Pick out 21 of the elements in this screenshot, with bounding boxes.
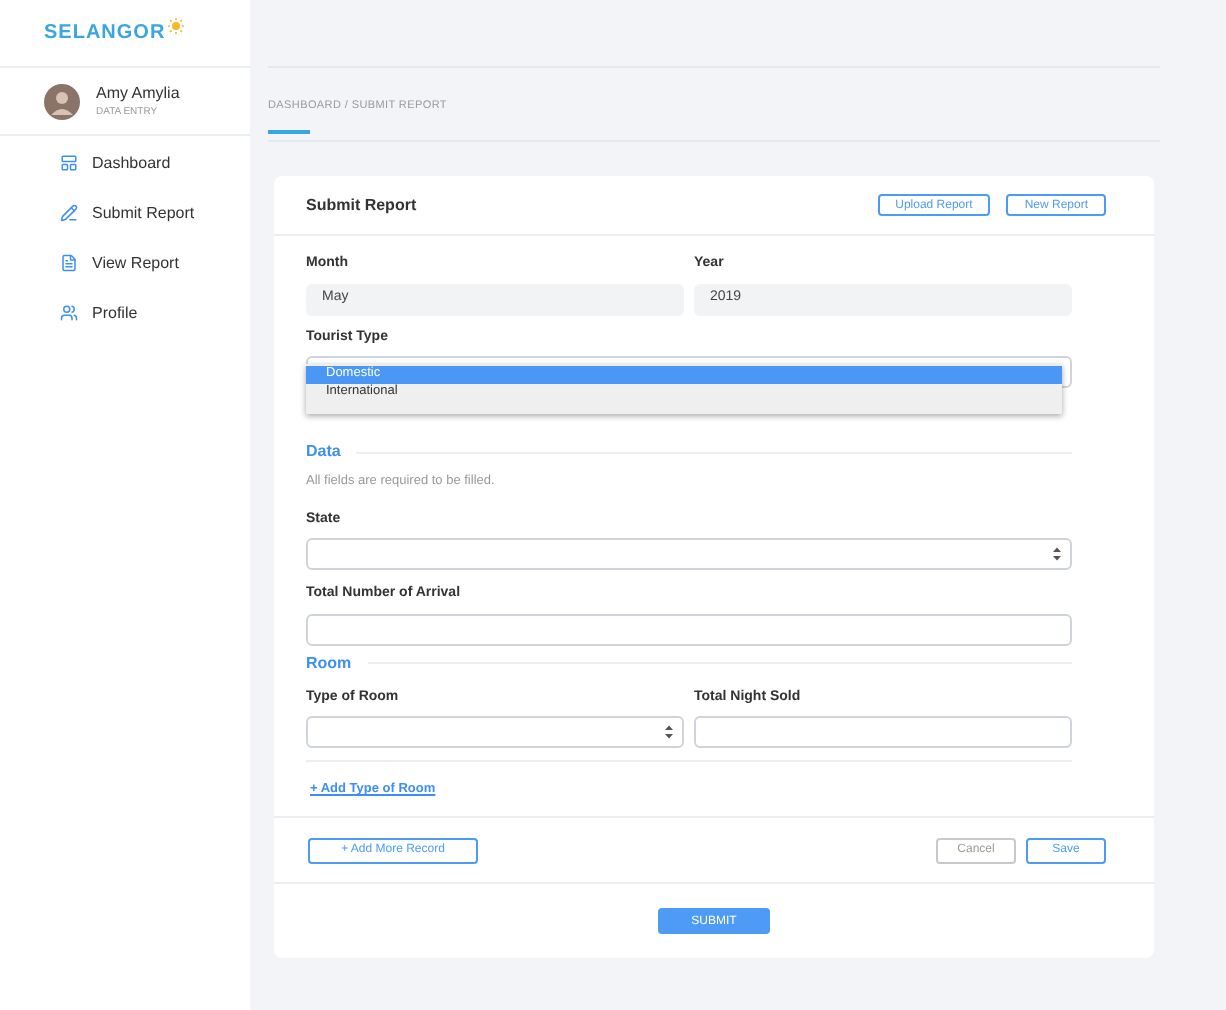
user-name: Amy Amylia bbox=[96, 81, 180, 106]
select-field[interactable] bbox=[306, 716, 684, 749]
layout-icon bbox=[60, 154, 78, 172]
avatar bbox=[44, 83, 80, 119]
sidebar-item[interactable]: View Report bbox=[60, 248, 250, 278]
sidebar-item[interactable]: Dashboard bbox=[60, 148, 250, 178]
input-field[interactable] bbox=[694, 716, 1072, 749]
sidebar-item[interactable]: Submit Report bbox=[60, 198, 250, 228]
select-arrows-icon bbox=[1052, 546, 1062, 563]
users-icon bbox=[60, 304, 78, 322]
document-icon bbox=[60, 254, 78, 272]
section-heading: Data bbox=[306, 440, 341, 464]
logo: SELANGOR bbox=[44, 20, 166, 48]
section-heading: Room bbox=[306, 651, 352, 676]
card-title: Submit Report bbox=[306, 193, 417, 217]
select-field[interactable] bbox=[306, 538, 1072, 571]
sun-icon bbox=[167, 17, 184, 33]
select-arrows-icon bbox=[664, 724, 674, 741]
pencil-icon bbox=[60, 204, 78, 222]
input-field[interactable] bbox=[306, 613, 1072, 646]
sidebar-item[interactable]: Profile bbox=[60, 298, 250, 328]
